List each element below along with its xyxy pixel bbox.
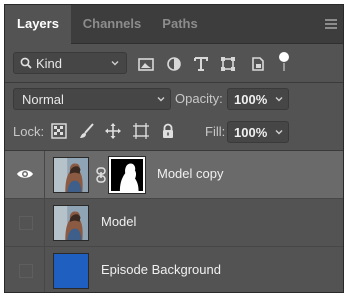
lock-transparent-pixels-icon[interactable] — [51, 123, 67, 139]
layer-thumbnail[interactable] — [53, 205, 89, 241]
blend-mode-select[interactable]: Normal — [13, 88, 171, 110]
tab-paths[interactable]: Paths — [153, 5, 207, 43]
lock-row: Lock: Fill: 100% — [5, 119, 343, 145]
layer-row-episode-background[interactable]: Episode Background — [5, 247, 343, 292]
visibility-empty-box-icon[interactable] — [19, 216, 33, 230]
layer-name[interactable]: Model copy — [157, 166, 223, 181]
filter-kind-label: Kind — [36, 56, 63, 71]
divider — [5, 82, 343, 83]
panel-menu-icon[interactable] — [325, 19, 337, 29]
opacity-field[interactable]: 100% — [227, 88, 289, 110]
fill-field[interactable]: 100% — [227, 121, 289, 143]
opacity-label: Opacity: — [175, 91, 223, 106]
layer-name[interactable]: Episode Background — [101, 262, 221, 277]
adjustment-filter-icon[interactable] — [165, 55, 183, 73]
layer-name[interactable]: Model — [101, 214, 136, 229]
filter-toggle-icon[interactable] — [275, 51, 293, 73]
chevron-down-icon[interactable] — [274, 127, 284, 137]
panel-tab-bar: Layers Channels Paths — [5, 5, 343, 44]
filter-kind-select[interactable]: Kind — [13, 52, 127, 74]
layer-mask-link-icon[interactable] — [95, 167, 107, 183]
layer-row-model[interactable]: Model — [5, 199, 343, 247]
chevron-down-icon — [157, 97, 165, 102]
chevron-down-icon — [111, 61, 119, 66]
type-filter-icon[interactable] — [192, 55, 210, 73]
smart-object-filter-icon[interactable] — [249, 55, 267, 73]
lock-image-pixels-icon[interactable] — [79, 123, 95, 139]
opacity-value: 100% — [234, 92, 268, 107]
chevron-down-icon[interactable] — [274, 94, 284, 104]
shape-filter-icon[interactable] — [219, 55, 237, 73]
lock-all-icon[interactable] — [160, 123, 176, 139]
lock-artboard-icon[interactable] — [133, 123, 149, 139]
tab-channels[interactable]: Channels — [75, 5, 149, 43]
blend-row: Normal Opacity: 100% — [5, 87, 343, 113]
lock-label: Lock: — [13, 124, 45, 139]
layer-visibility-toggle[interactable] — [5, 199, 45, 246]
layer-visibility-toggle[interactable] — [5, 247, 45, 292]
layer-thumbnail[interactable] — [53, 157, 89, 193]
filter-row: Kind — [5, 49, 343, 77]
search-icon — [20, 57, 32, 69]
layer-row-model-copy[interactable]: Model copy — [5, 151, 343, 199]
layer-mask-thumbnail[interactable] — [109, 157, 145, 193]
fill-value: 100% — [234, 125, 268, 140]
blend-mode-value: Normal — [22, 92, 64, 107]
tab-layers[interactable]: Layers — [5, 5, 71, 44]
eye-icon[interactable] — [16, 167, 34, 181]
fill-label: Fill: — [205, 124, 226, 139]
pixel-filter-icon[interactable] — [137, 55, 155, 73]
lock-position-icon[interactable] — [105, 123, 121, 139]
layer-visibility-toggle[interactable] — [5, 151, 45, 198]
layer-thumbnail[interactable] — [53, 253, 89, 289]
visibility-empty-box-icon[interactable] — [19, 264, 33, 278]
layers-panel: Layers Channels Paths Kind Normal Opacit… — [4, 4, 344, 293]
